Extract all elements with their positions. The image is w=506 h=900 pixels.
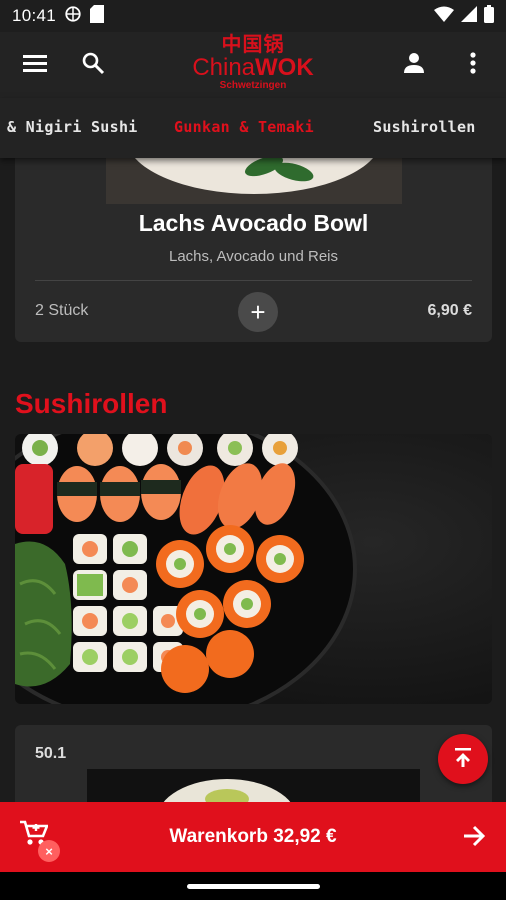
product-number: 50.1 [35, 745, 67, 762]
logo-chinese-text: 中国锅 [221, 34, 285, 56]
product-description: Lachs, Avocado und Reis [168, 248, 338, 265]
product-title: Lachs Avocado Bowl [138, 210, 369, 236]
logo-brand-bold: WOK [255, 54, 314, 81]
brand-logo[interactable]: 中国锅 ChinaWOK Schwetzingen [192, 34, 313, 91]
arrow-right-icon [462, 824, 486, 853]
menu-button[interactable] [13, 43, 57, 87]
app-bar: 中国锅 ChinaWOK Schwetzingen [0, 32, 506, 98]
product-price: 6,90 € [427, 302, 472, 319]
sim-icon [90, 4, 105, 28]
signal-icon [461, 5, 477, 27]
tab-gunkan-temaki[interactable]: Gunkan & Temaki [174, 118, 314, 136]
account-button[interactable] [392, 43, 436, 87]
logo-brand-light: China [192, 54, 256, 81]
more-vertical-icon [470, 51, 476, 79]
section-image [15, 434, 492, 704]
tab-nigiri-sushi[interactable]: & Nigiri Sushi [7, 118, 138, 136]
logo-city-text: Schwetzingen [219, 80, 287, 91]
battery-icon [484, 4, 494, 28]
add-to-cart-button[interactable]: + [238, 292, 278, 332]
category-tabs: & Nigiri Sushi Gunkan & Temaki Sushiroll… [0, 98, 506, 158]
search-button[interactable] [71, 43, 115, 87]
arrow-up-to-top-icon [452, 746, 474, 773]
logo-brand-text: ChinaWOK [192, 56, 313, 80]
cart-bar[interactable]: × Warenkorb 32,92 € [0, 802, 506, 872]
section-heading: Sushirollen [15, 388, 168, 419]
plus-icon: + [250, 297, 266, 327]
status-time: 10:41 [12, 6, 57, 25]
wifi-icon [434, 6, 454, 27]
system-navigation-bar [0, 872, 506, 900]
vpn-icon [64, 5, 82, 28]
scroll-to-top-button[interactable] [438, 734, 488, 784]
home-gesture-handle[interactable] [187, 884, 320, 889]
hamburger-menu-icon [23, 53, 47, 78]
overflow-menu-button[interactable] [451, 43, 495, 87]
divider [35, 280, 472, 281]
tab-sushirollen[interactable]: Sushirollen [373, 118, 476, 136]
search-icon [81, 51, 105, 80]
person-icon [402, 51, 426, 80]
product-quantity: 2 Stück [35, 302, 89, 319]
product-image [106, 150, 402, 204]
product-card[interactable]: Lachs Avocado Bowl Lachs, Avocado und Re… [15, 150, 492, 342]
status-bar: 10:41 [0, 0, 506, 32]
cart-label: Warenkorb 32,92 € [169, 826, 337, 847]
app-screen: 10:41 中国锅 ChinaWOK Schwetzingen & Nigiri… [0, 0, 506, 900]
